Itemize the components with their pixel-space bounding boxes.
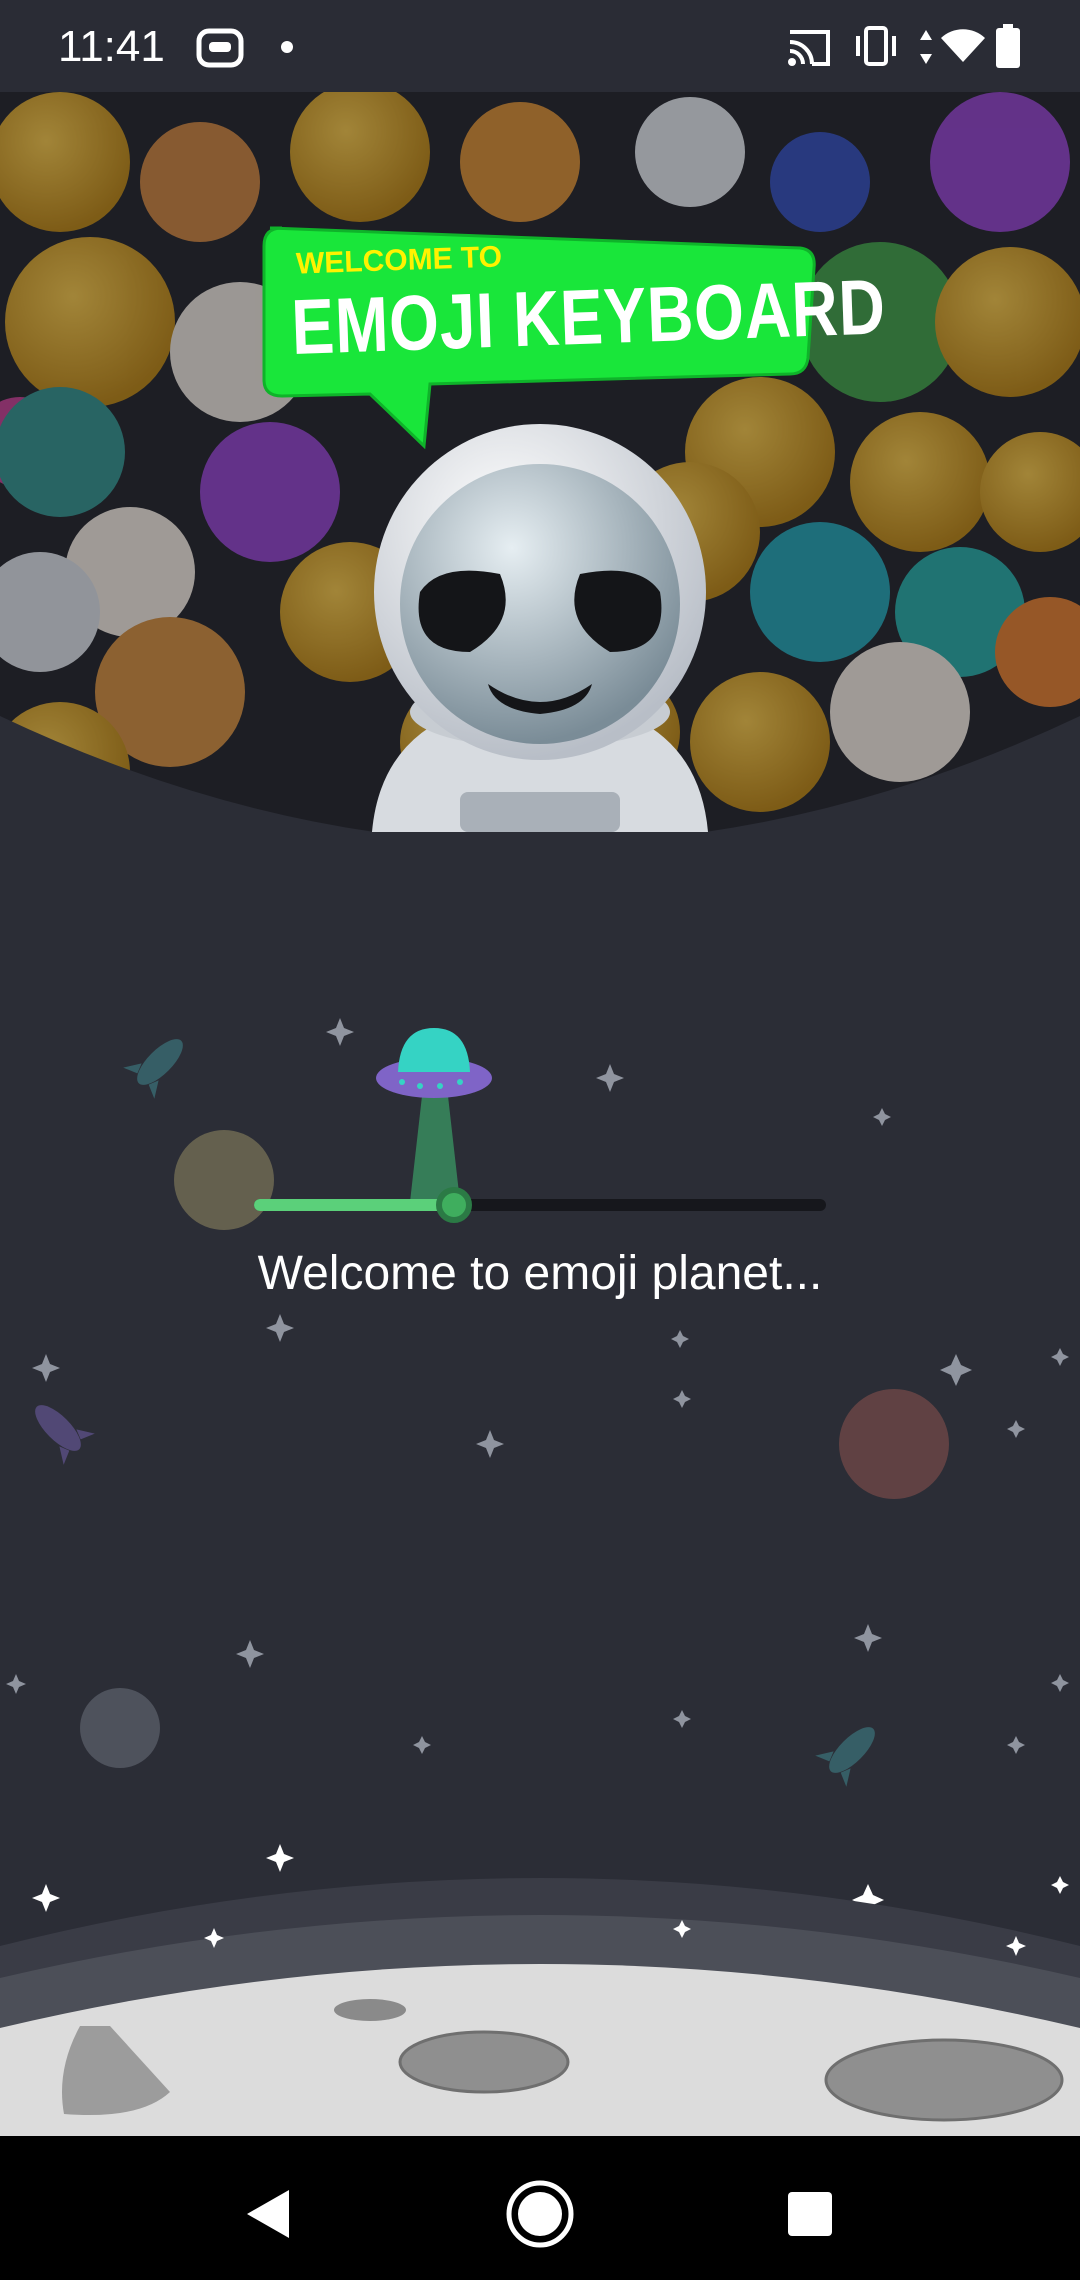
ufo-icon xyxy=(376,1028,492,1202)
rocket-icon xyxy=(35,1405,95,1465)
wifi-icon xyxy=(941,29,985,62)
moon-surface xyxy=(0,1878,1080,2136)
progress-fill xyxy=(254,1199,455,1211)
status-bar: 11:41 xyxy=(0,0,1080,92)
assistant-icon xyxy=(196,28,244,68)
alien-astronaut-icon xyxy=(372,424,708,832)
home-icon xyxy=(506,2180,574,2248)
recents-button[interactable] xyxy=(770,2174,850,2254)
back-button[interactable] xyxy=(228,2174,308,2254)
emoji-collage-background xyxy=(0,92,1080,832)
hero-banner: WELCOME TO EMOJI KEYBOARD xyxy=(0,92,1080,832)
status-time: 11:41 xyxy=(58,22,165,71)
notification-dot-icon xyxy=(281,41,293,53)
loading-message: Welcome to emoji planet... xyxy=(257,1247,823,1300)
space-background xyxy=(6,1018,1069,1916)
loading-progress-bar xyxy=(254,1187,826,1223)
planet-icon xyxy=(80,1688,160,1768)
home-button[interactable] xyxy=(500,2174,580,2254)
progress-knob xyxy=(436,1187,473,1223)
rocket-icon xyxy=(123,1039,183,1099)
vibrate-icon xyxy=(856,26,896,66)
cast-icon xyxy=(788,30,830,66)
rocket-icon xyxy=(815,1727,875,1787)
planet-icon xyxy=(174,1130,274,1230)
recents-icon xyxy=(788,2192,832,2236)
back-icon xyxy=(247,2190,289,2238)
battery-icon xyxy=(996,24,1020,68)
data-arrows-icon xyxy=(920,30,932,64)
navigation-bar xyxy=(0,2136,1080,2280)
planet-icon xyxy=(839,1389,949,1499)
